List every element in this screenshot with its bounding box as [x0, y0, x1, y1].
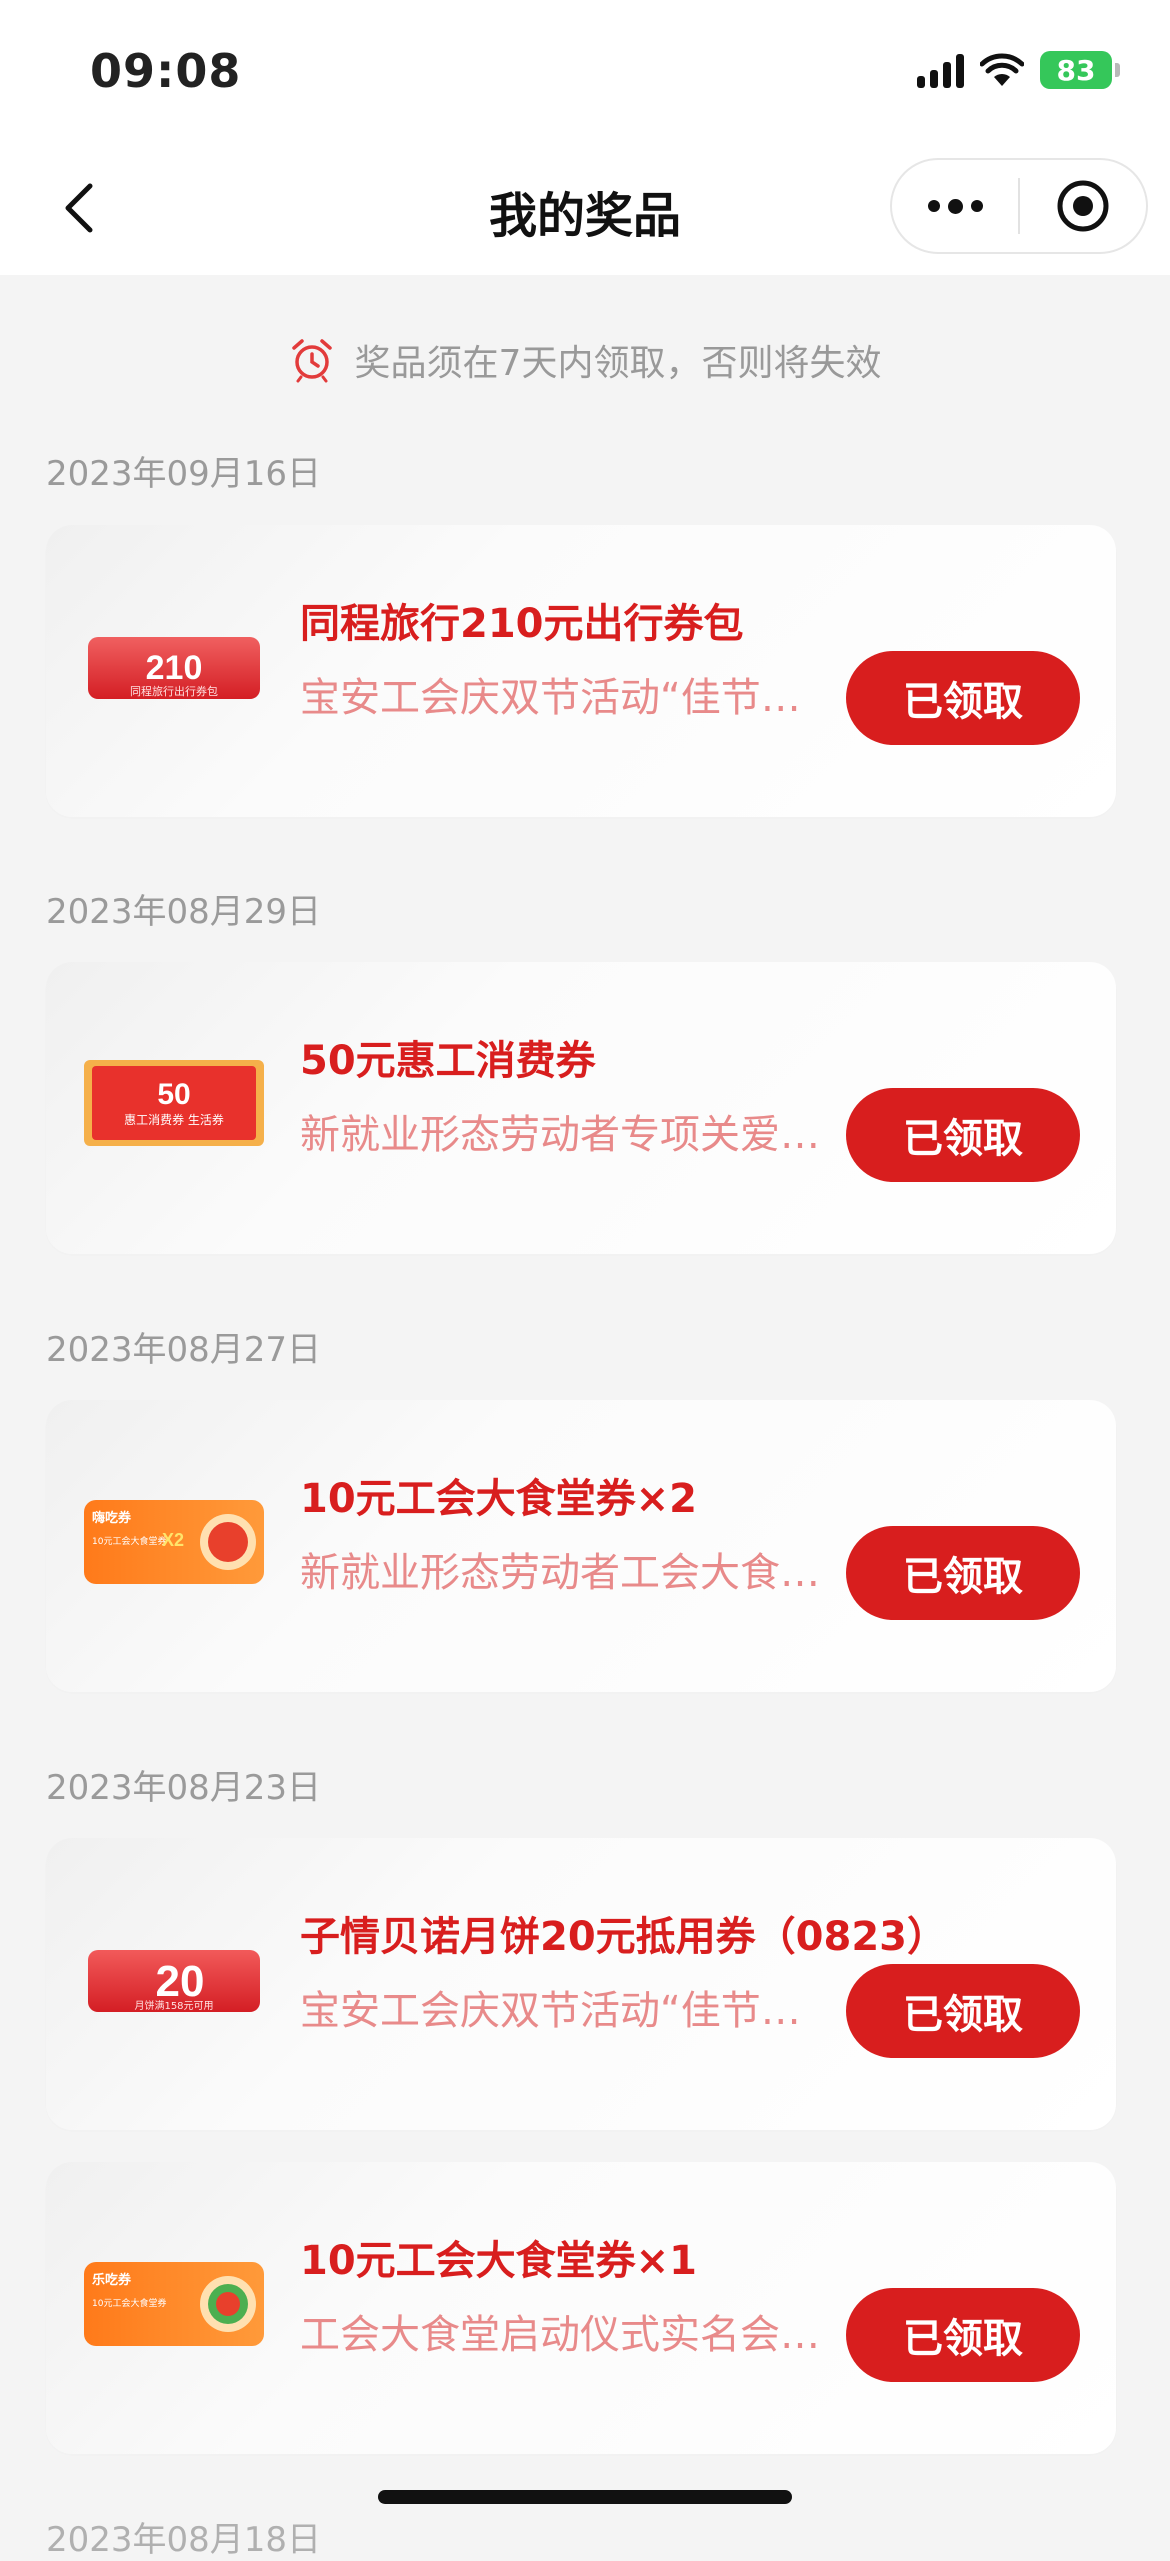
thumb-amount: 50	[157, 1078, 190, 1111]
coupon-thumbnail: 20 月饼满158元可用	[88, 1950, 260, 2012]
more-menu-button[interactable]	[892, 160, 1018, 252]
notice-text: 奖品须在7天内领取，否则将失效	[354, 343, 882, 384]
thumb-caption: 10元工会大食堂券	[92, 2297, 166, 2309]
claimed-button[interactable]: 已领取	[846, 1964, 1080, 2058]
prize-title: 50元惠工消费券	[300, 1038, 596, 1084]
thumb-caption: 同程旅行出行券包	[130, 684, 218, 698]
prize-card[interactable]: 50 惠工消费券 生活券 50元惠工消费券 新就业形态劳动者专项关爱活动 已领取	[46, 962, 1116, 1254]
claimed-button[interactable]: 已领取	[846, 1088, 1080, 1182]
status-time: 09:08	[90, 44, 242, 98]
home-indicator[interactable]	[378, 2490, 792, 2504]
prize-card[interactable]: 210 同程旅行出行券包 同程旅行210元出行券包 宝安工会庆双节活动“佳节迎国…	[46, 525, 1116, 817]
wifi-icon	[980, 53, 1024, 86]
section-date: 2023年08月27日	[46, 1330, 322, 1370]
section-date: 2023年09月16日	[46, 454, 322, 494]
prize-subtitle: 新就业形态劳动者工会大食堂活动	[300, 1550, 840, 1596]
prize-subtitle: 工会大食堂启动仪式实名会员活动	[300, 2312, 840, 2358]
section-date: 2023年08月18日	[46, 2520, 322, 2560]
section-date: 2023年08月23日	[46, 1768, 322, 1808]
prize-title: 同程旅行210元出行券包	[300, 601, 744, 647]
dot-icon	[970, 200, 983, 212]
thumb-amount: 210	[146, 649, 203, 687]
claimed-button[interactable]: 已领取	[846, 1526, 1080, 1620]
coupon-thumbnail: 210 同程旅行出行券包	[88, 637, 260, 699]
battery-icon: 83	[1040, 51, 1120, 89]
claimed-button[interactable]: 已领取	[846, 2288, 1080, 2382]
prize-title: 10元工会大食堂券×2	[300, 1476, 698, 1522]
coupon-thumbnail: 乐吃券 10元工会大食堂券	[84, 2262, 264, 2346]
close-miniprogram-button[interactable]	[1020, 160, 1146, 252]
thumb-amount: X2	[162, 1530, 184, 1550]
section-date: 2023年08月29日	[46, 892, 322, 932]
coupon-thumbnail: 嗨吃券 10元工会大食堂券 X2	[84, 1500, 264, 1584]
alarm-clock-icon	[291, 339, 332, 383]
thumb-badge: 嗨吃券	[92, 1510, 132, 1526]
prize-card[interactable]: 嗨吃券 10元工会大食堂券 X2 10元工会大食堂券×2 新就业形态劳动者工会大…	[46, 1400, 1116, 1692]
dot-icon	[947, 198, 963, 214]
thumb-caption: 月饼满158元可用	[134, 1999, 213, 2012]
prize-card[interactable]: 20 月饼满158元可用 子情贝诺月饼20元抵用券（0823） 宝安工会庆双节活…	[46, 1838, 1116, 2130]
thumb-badge: 乐吃券	[92, 2272, 132, 2288]
cellular-signal-icon	[917, 52, 964, 88]
status-icons: 83	[917, 48, 1120, 92]
thumb-caption: 10元工会大食堂券	[92, 1535, 166, 1547]
dot-icon	[927, 200, 940, 212]
prize-subtitle: 宝安工会庆双节活动“佳节迎国庆”	[300, 1988, 840, 2034]
prize-subtitle: 宝安工会庆双节活动“佳节迎国庆”	[300, 675, 840, 721]
prize-card[interactable]: 乐吃券 10元工会大食堂券 10元工会大食堂券×1 工会大食堂启动仪式实名会员活…	[46, 2162, 1116, 2454]
thumb-amount: 20	[156, 1957, 205, 2006]
coupon-thumbnail: 50 惠工消费券 生活券	[84, 1060, 264, 1146]
thumb-caption: 惠工消费券 生活券	[124, 1112, 224, 1127]
target-circle-icon	[1057, 180, 1109, 232]
mini-program-capsule	[890, 158, 1148, 254]
prize-title: 10元工会大食堂券×1	[300, 2238, 698, 2284]
prize-subtitle: 新就业形态劳动者专项关爱活动	[300, 1112, 840, 1158]
status-bar: 09:08 83	[0, 0, 1170, 150]
prize-title: 子情贝诺月饼20元抵用券（0823）	[300, 1914, 947, 1960]
claimed-button[interactable]: 已领取	[846, 651, 1080, 745]
nav-bar: 我的奖品	[0, 150, 1170, 275]
expiry-notice: 奖品须在7天内领取，否则将失效	[0, 330, 1170, 390]
